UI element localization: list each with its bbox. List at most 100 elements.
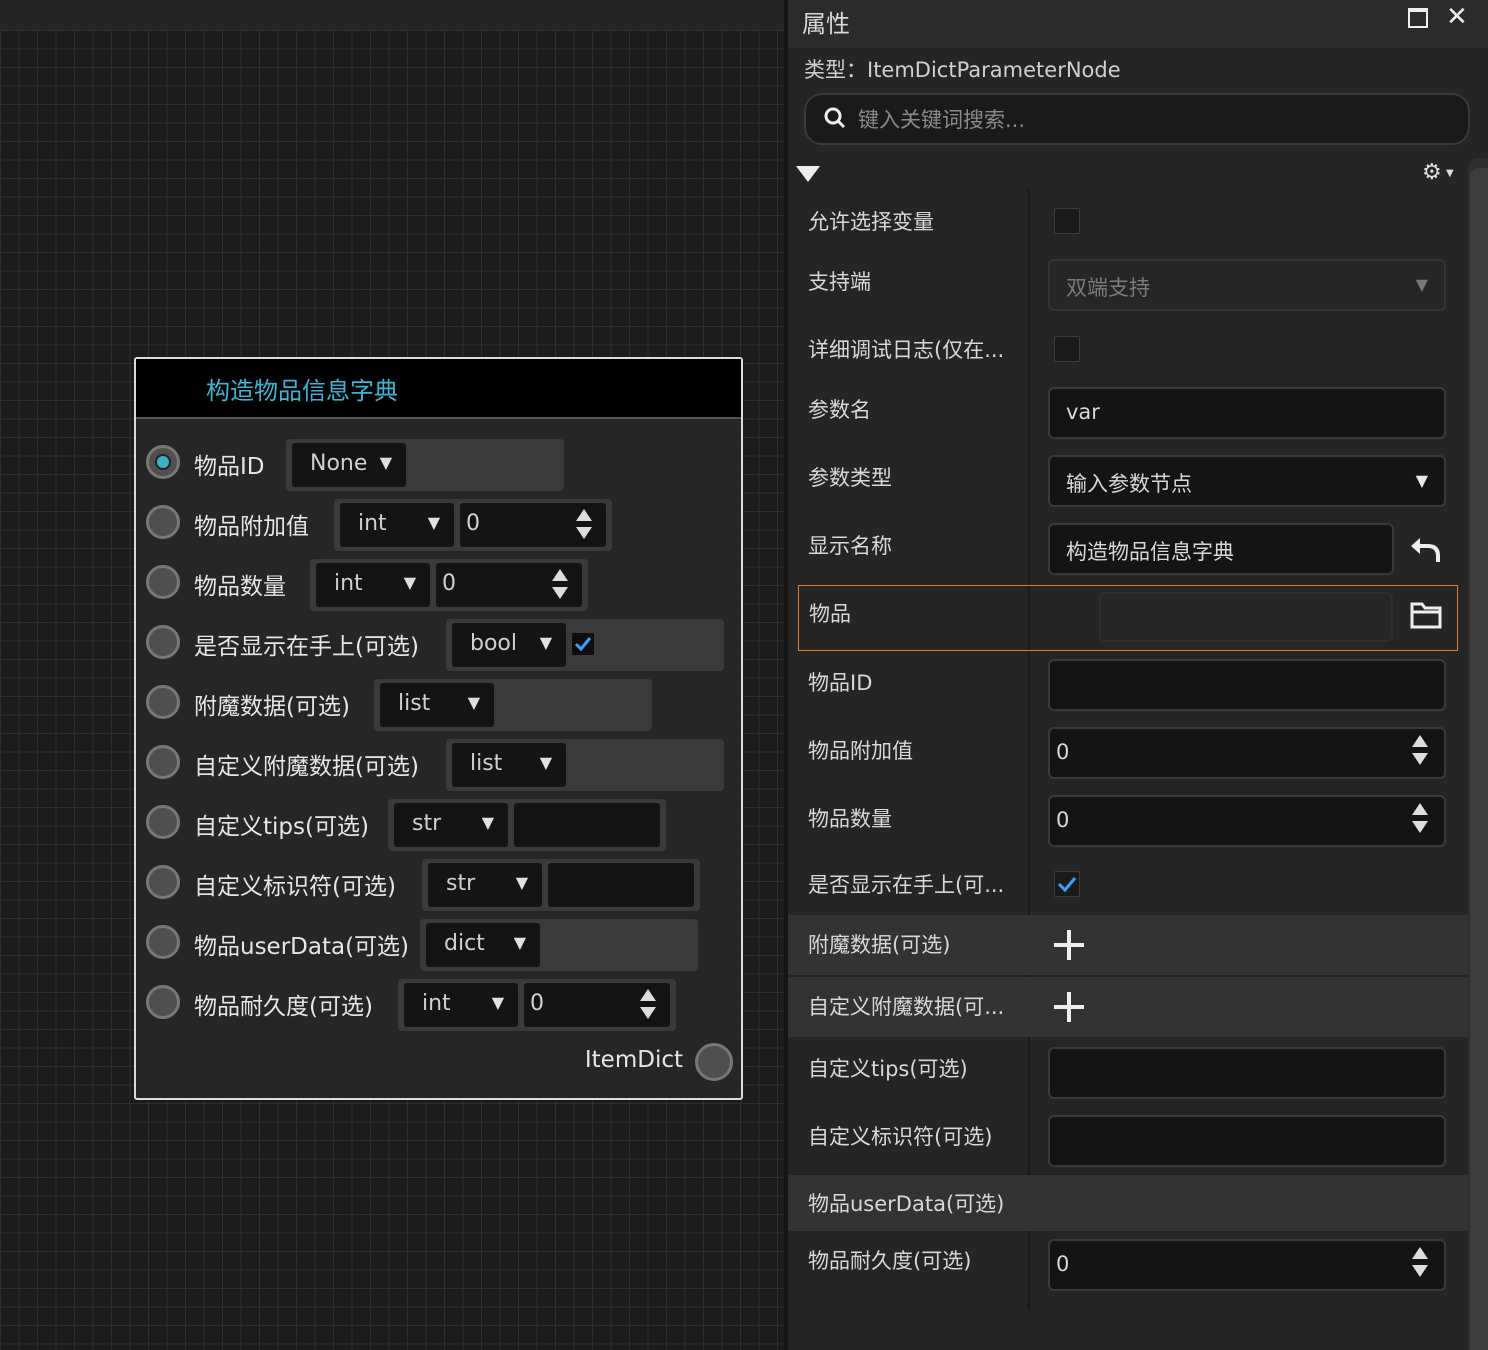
panel-title: 属性 xyxy=(802,10,850,38)
bool-checkbox[interactable] xyxy=(572,633,594,655)
prop-row-support-side: 支持端 双端支持 ▼ xyxy=(788,250,1468,318)
type-select[interactable]: int ▼ xyxy=(316,563,430,607)
item-id-input[interactable] xyxy=(1048,659,1446,711)
gear-icon[interactable]: ⚙ xyxy=(1422,160,1442,185)
port-label: 物品附加值 xyxy=(194,514,309,540)
type-select[interactable]: int ▼ xyxy=(340,503,454,547)
search-box[interactable] xyxy=(804,93,1470,145)
input-port-item-count[interactable] xyxy=(146,565,180,599)
input-port-custom-enchant[interactable] xyxy=(146,745,180,779)
port-row-enchant-data: 附魔数据(可选) list ▼ xyxy=(136,679,736,731)
prop-row-item-aux: 物品附加值 0 xyxy=(788,719,1468,787)
input-port-durability[interactable] xyxy=(146,985,180,1019)
spinner-icon[interactable] xyxy=(1412,803,1428,833)
type-select-value: None xyxy=(310,451,368,476)
spinner-icon[interactable] xyxy=(576,509,592,541)
select-value: 输入参数节点 xyxy=(1066,472,1192,496)
close-icon[interactable]: ✕ xyxy=(1446,2,1468,32)
add-enchant-data-icon[interactable] xyxy=(1054,930,1084,960)
dropdown-arrow-icon: ▼ xyxy=(379,453,392,472)
input-port-enchant-data[interactable] xyxy=(146,685,180,719)
port-control: int ▼ 0 xyxy=(398,979,676,1031)
add-custom-enchant-icon[interactable] xyxy=(1054,992,1084,1022)
collapse-arrow-icon[interactable] xyxy=(796,166,820,182)
support-side-select[interactable]: 双端支持 ▼ xyxy=(1048,259,1446,311)
spinner-icon[interactable] xyxy=(640,989,656,1021)
port-control: int ▼ 0 xyxy=(310,559,588,611)
spinner-icon[interactable] xyxy=(552,569,568,601)
input-port-item-id[interactable] xyxy=(146,445,180,479)
param-type-select[interactable]: 输入参数节点 ▼ xyxy=(1048,455,1446,507)
prop-label: 物品ID xyxy=(808,671,873,695)
dropdown-arrow-icon: ▼ xyxy=(1415,471,1428,490)
prop-row-item: 物品 xyxy=(798,585,1458,651)
port-row-custom-identifier: 自定义标识符(可选) str ▼ xyxy=(136,859,736,911)
item-path-input[interactable] xyxy=(1099,592,1393,642)
port-row-item-count: 物品数量 int ▼ 0 xyxy=(136,559,736,611)
spinner-icon[interactable] xyxy=(1412,735,1428,765)
number-input[interactable]: 0 xyxy=(436,563,582,607)
number-input-value: 0 xyxy=(442,571,456,596)
port-control: int ▼ 0 xyxy=(334,499,612,551)
text-input[interactable] xyxy=(548,863,694,907)
prop-row-allow-select-var: 允许选择变量 xyxy=(788,190,1468,250)
prop-label: 物品 xyxy=(809,602,851,626)
prop-label: 自定义tips(可选) xyxy=(808,1057,968,1081)
property-grid: 允许选择变量 支持端 双端支持 ▼ 详细调试日志(仅在... 参数名 var 参… xyxy=(788,190,1468,1350)
output-port-label: ItemDict xyxy=(584,1047,683,1073)
input-port-item-aux[interactable] xyxy=(146,505,180,539)
output-port-itemdict[interactable] xyxy=(695,1043,733,1081)
type-select[interactable]: str ▼ xyxy=(394,803,508,847)
input-port-custom-tips[interactable] xyxy=(146,805,180,839)
chevron-down-icon[interactable]: ▼ xyxy=(1446,168,1454,179)
type-select[interactable]: list ▼ xyxy=(380,683,494,727)
prop-row-enchant-data: 附魔数据(可选) xyxy=(788,915,1468,975)
type-select[interactable]: bool ▼ xyxy=(452,623,566,667)
type-select-value: dict xyxy=(444,931,485,956)
dropdown-arrow-icon: ▼ xyxy=(1415,275,1428,294)
search-input[interactable] xyxy=(856,105,1420,135)
port-label: 物品耐久度(可选) xyxy=(194,994,373,1020)
folder-icon[interactable] xyxy=(1410,600,1442,630)
number-input[interactable]: 0 xyxy=(524,983,670,1027)
prop-row-show-in-hand: 是否显示在手上(可... xyxy=(788,855,1468,915)
number-input[interactable]: 0 xyxy=(460,503,606,547)
spinner-icon[interactable] xyxy=(1412,1247,1428,1277)
type-select[interactable]: dict ▼ xyxy=(426,923,540,967)
debug-log-checkbox[interactable] xyxy=(1054,336,1080,362)
input-port-show-in-hand[interactable] xyxy=(146,625,180,659)
input-port-user-data[interactable] xyxy=(146,925,180,959)
reset-icon[interactable] xyxy=(1408,534,1442,564)
param-name-input[interactable]: var xyxy=(1048,387,1446,439)
input-port-custom-identifier[interactable] xyxy=(146,865,180,899)
graph-node[interactable]: 构造物品信息字典 物品ID None ▼ 物品附加值 int ▼ 0 物品数量 … xyxy=(134,357,743,1100)
show-in-hand-checkbox[interactable] xyxy=(1054,871,1080,897)
type-select-value: int xyxy=(334,571,363,596)
type-select[interactable]: str ▼ xyxy=(428,863,542,907)
durability-number-input[interactable]: 0 xyxy=(1048,1239,1446,1291)
type-select[interactable]: list ▼ xyxy=(452,743,566,787)
graph-canvas[interactable]: 构造物品信息字典 物品ID None ▼ 物品附加值 int ▼ 0 物品数量 … xyxy=(0,0,784,1350)
type-select-value: bool xyxy=(470,631,517,656)
port-label: 自定义标识符(可选) xyxy=(194,874,396,900)
custom-identifier-input[interactable] xyxy=(1048,1115,1446,1167)
display-name-input[interactable]: 构造物品信息字典 xyxy=(1048,523,1394,575)
prop-label: 自定义附魔数据(可... xyxy=(808,995,1005,1019)
port-label: 物品userData(可选) xyxy=(194,934,410,960)
prop-label: 参数名 xyxy=(808,398,871,422)
port-control: list ▼ xyxy=(374,679,652,731)
type-select[interactable]: None ▼ xyxy=(292,443,406,487)
allow-select-var-checkbox[interactable] xyxy=(1054,208,1080,234)
prop-label: 物品数量 xyxy=(808,807,892,831)
type-select[interactable]: int ▼ xyxy=(404,983,518,1027)
scrollbar-thumb[interactable] xyxy=(1470,168,1488,1350)
node-header[interactable]: 构造物品信息字典 xyxy=(136,359,741,419)
item-aux-number-input[interactable]: 0 xyxy=(1048,727,1446,779)
number-input-value: 0 xyxy=(466,511,480,536)
prop-label: 显示名称 xyxy=(808,534,892,558)
prop-label: 物品耐久度(可选) xyxy=(808,1249,972,1273)
custom-tips-input[interactable] xyxy=(1048,1047,1446,1099)
maximize-icon[interactable] xyxy=(1408,8,1428,28)
text-input[interactable] xyxy=(514,803,660,847)
item-count-number-input[interactable]: 0 xyxy=(1048,795,1446,847)
